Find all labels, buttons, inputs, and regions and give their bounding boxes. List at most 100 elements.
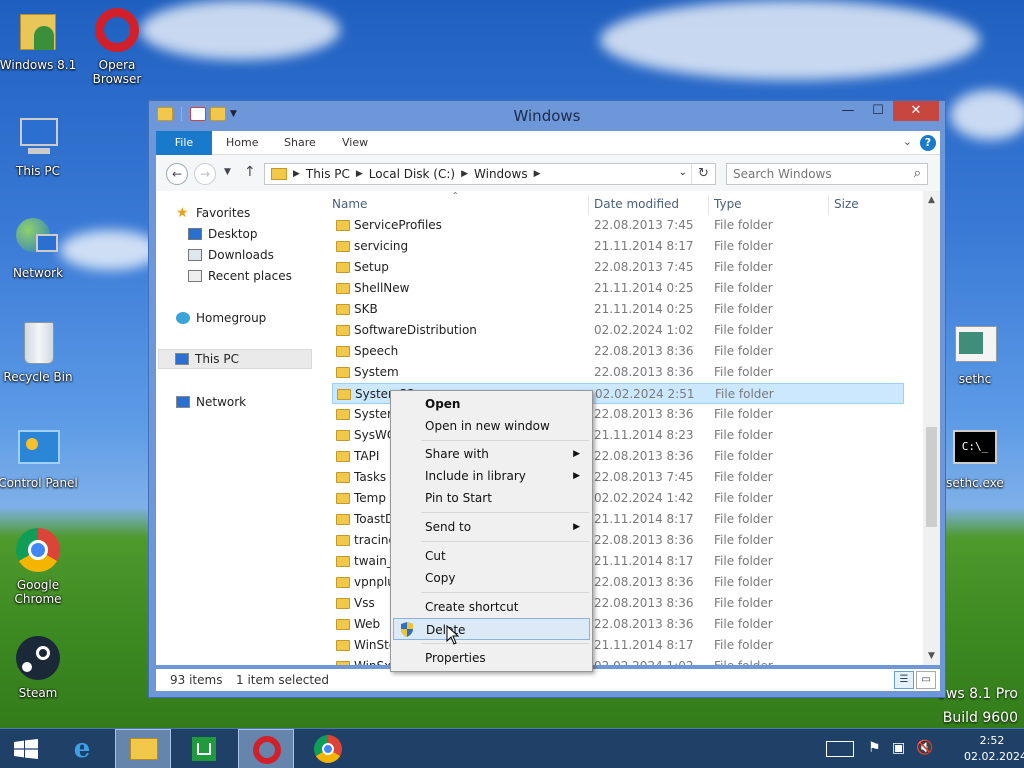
taskbar-opera[interactable] [238, 729, 294, 768]
desktop-icon-steam[interactable]: Steam [0, 636, 78, 700]
nav-item-downloads[interactable]: Downloads [188, 245, 274, 265]
menu-item-send-to[interactable]: Send to ▶ [393, 516, 590, 538]
column-separator[interactable] [708, 195, 709, 215]
table-row[interactable]: System 22.08.2013 8:36 File folder [332, 362, 904, 383]
column-separator[interactable] [588, 195, 589, 215]
table-row[interactable]: SKB 21.11.2014 0:25 File folder [332, 299, 904, 320]
tab-share[interactable]: Share [284, 131, 316, 155]
menu-item-create-shortcut[interactable]: Create shortcut [393, 596, 590, 618]
start-button[interactable] [0, 729, 56, 768]
table-row[interactable]: ServiceProfiles 22.08.2013 7:45 File folde… [332, 215, 904, 236]
table-row[interactable]: ShellNew 21.11.2014 0:25 File folder [332, 278, 904, 299]
column-header-size[interactable]: Size [834, 197, 859, 215]
cloud [600, 0, 980, 80]
help-icon[interactable]: ? [920, 135, 936, 151]
menu-item-properties[interactable]: Properties [393, 647, 590, 669]
menu-item-open-new-window[interactable]: Open in new window [393, 415, 590, 437]
title-bar[interactable]: ▼ Windows — ☐ ✕ [149, 101, 945, 131]
scroll-down-icon[interactable]: ▼ [923, 651, 940, 661]
desktop-icon-windows81[interactable]: Windows 8.1 [0, 8, 78, 72]
scrollbar-thumb[interactable] [926, 427, 937, 527]
desktop-icon-label: Google Chrome [14, 578, 62, 606]
desktop-icon-chrome[interactable]: Google Chrome [0, 528, 78, 606]
clock[interactable]: 2:52 02.02.2024 [964, 733, 1024, 765]
taskbar-store[interactable] [176, 729, 232, 768]
taskbar-ie[interactable]: e [54, 729, 110, 768]
taskbar-file-explorer[interactable] [115, 729, 171, 768]
desktop-icon-label: Control Panel [0, 476, 78, 490]
menu-item-open[interactable]: Open [393, 393, 590, 415]
file-type: File folder [714, 449, 773, 463]
cloud [950, 90, 1024, 140]
folder-icon [336, 304, 350, 315]
scroll-up-icon[interactable]: ▲ [923, 195, 940, 205]
expand-ribbon-icon[interactable]: ⌄ [903, 135, 912, 148]
desktop-icon-sethc-exe[interactable]: C:\_ sethc.exe [935, 426, 1015, 490]
desktop-icon-this-pc[interactable]: This PC [0, 114, 78, 178]
column-separator[interactable] [828, 195, 829, 215]
column-header-name[interactable]: Name [332, 197, 367, 215]
breadcrumb-separator-icon[interactable]: ▶ [461, 169, 468, 179]
recent-locations-icon[interactable]: ▼ [224, 167, 231, 177]
action-center-flag-icon[interactable]: ⚑ [868, 740, 881, 756]
vertical-scrollbar[interactable]: ▲ ▼ [923, 191, 940, 665]
address-dropdown-icon[interactable]: ⌄ [679, 167, 687, 178]
close-button[interactable]: ✕ [893, 101, 939, 121]
breadcrumb-separator-icon[interactable]: ▶ [293, 169, 300, 179]
table-row[interactable]: SoftwareDistribution 02.02.2024 1:02 File … [332, 320, 904, 341]
nav-item-this-pc[interactable]: This PC [158, 349, 312, 369]
taskbar-chrome[interactable] [300, 729, 356, 768]
desktop-icon-control-panel[interactable]: Control Panel [0, 426, 78, 490]
nav-item-label: Desktop [208, 227, 258, 241]
touch-keyboard-icon[interactable] [826, 741, 854, 757]
up-arrow-icon[interactable]: ↑ [244, 164, 256, 180]
store-icon [192, 737, 216, 761]
menu-item-cut[interactable]: Cut [393, 545, 590, 567]
file-type: File folder [714, 281, 773, 295]
nav-item-network[interactable]: Network [176, 392, 246, 412]
minimize-button[interactable]: — [833, 101, 863, 121]
search-icon[interactable]: ⌕ [914, 166, 921, 181]
search-input[interactable] [733, 164, 903, 184]
menu-item-include-library[interactable]: Include in library ▶ [393, 465, 590, 487]
desktop-icon-network[interactable]: Network [0, 216, 78, 280]
large-icons-view-icon[interactable]: ▭ [916, 671, 936, 689]
breadcrumb-this-pc[interactable]: This PC [306, 167, 350, 181]
breadcrumb-separator-icon[interactable]: ▶ [534, 169, 541, 179]
steam-icon [14, 636, 62, 684]
file-type: File folder [714, 596, 773, 610]
details-view-icon[interactable]: ☰ [894, 671, 914, 689]
desktop-icon-sethc[interactable]: sethc [935, 322, 1015, 386]
maximize-button[interactable]: ☐ [863, 101, 893, 121]
tab-home[interactable]: Home [226, 131, 258, 155]
tab-view[interactable]: View [342, 131, 368, 155]
menu-item-copy[interactable]: Copy [393, 567, 590, 589]
nav-item-desktop[interactable]: Desktop [188, 224, 258, 244]
forward-button[interactable]: → [194, 163, 216, 185]
nav-item-label: Downloads [208, 248, 274, 262]
desktop-icon-opera[interactable]: Opera Browser [77, 8, 157, 86]
volume-muted-icon[interactable]: 🔇 [916, 740, 933, 756]
address-bar[interactable]: ▶ This PC ▶ Local Disk (C:) ▶ Windows ▶ … [264, 163, 716, 185]
search-box[interactable]: ⌕ [726, 163, 928, 185]
column-header-date[interactable]: Date modified [594, 197, 679, 215]
menu-item-pin-to-start[interactable]: Pin to Start [393, 487, 590, 509]
nav-item-recent[interactable]: Recent places [188, 266, 292, 286]
breadcrumb-local-disk[interactable]: Local Disk (C:) [369, 167, 455, 181]
column-header-type[interactable]: Type [714, 197, 742, 215]
desktop-icon-recycle-bin[interactable]: Recycle Bin [0, 320, 78, 384]
menu-item-share-with[interactable]: Share with ▶ [393, 443, 590, 465]
refresh-icon[interactable]: ↻ [691, 164, 715, 184]
nav-item-homegroup[interactable]: Homegroup [176, 308, 266, 328]
network-status-icon[interactable]: ▣ [892, 740, 905, 756]
table-row[interactable]: Speech 22.08.2013 8:36 File folder [332, 341, 904, 362]
nav-item-favorites[interactable]: ★ Favorites [176, 203, 250, 223]
table-row[interactable]: servicing 21.11.2014 8:17 File folder [332, 236, 904, 257]
folder-icon [336, 493, 350, 504]
menu-item-delete[interactable]: Delete [393, 618, 590, 640]
breadcrumb-windows[interactable]: Windows [474, 167, 528, 181]
tab-file[interactable]: File [156, 131, 212, 155]
breadcrumb-separator-icon[interactable]: ▶ [356, 169, 363, 179]
back-button[interactable]: ← [166, 163, 188, 185]
table-row[interactable]: Setup 22.08.2013 7:45 File folder [332, 257, 904, 278]
